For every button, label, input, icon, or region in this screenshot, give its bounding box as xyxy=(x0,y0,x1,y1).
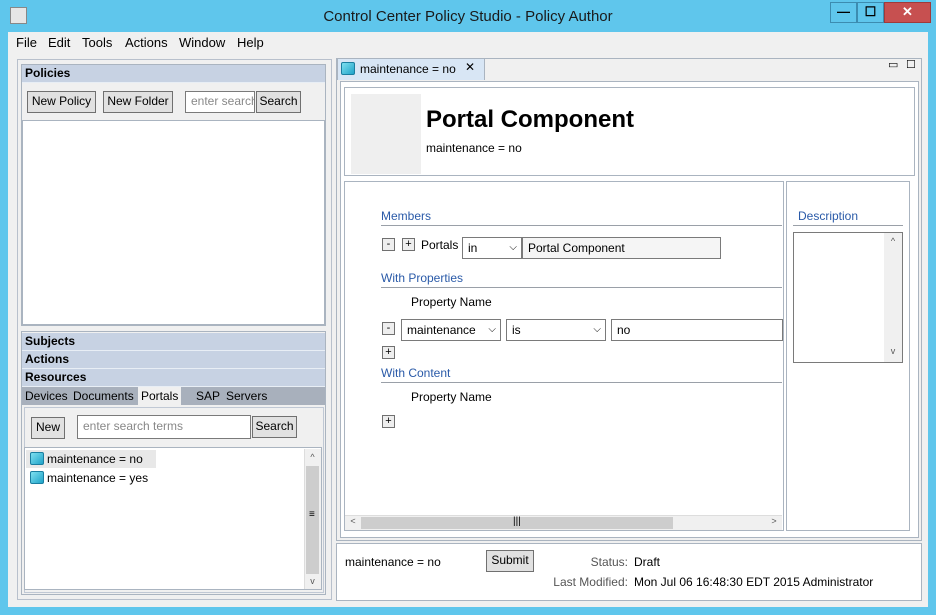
chevron-down-icon: ⌵ xyxy=(593,324,601,335)
list-scroll-thumb[interactable] xyxy=(306,466,319,574)
chevron-down-icon: ⌵ xyxy=(509,242,517,253)
member-value: Portal Component xyxy=(528,241,625,255)
component-title: Portal Component xyxy=(426,106,634,133)
tab-documents[interactable]: Documents xyxy=(70,387,137,405)
policies-header: Policies xyxy=(22,65,325,83)
grip-icon: ||| xyxy=(513,516,521,527)
scroll-left-icon[interactable]: < xyxy=(347,516,359,526)
remove-member-button[interactable]: - xyxy=(382,238,395,251)
with-properties-label: With Properties xyxy=(381,271,464,285)
subjects-header[interactable]: Subjects xyxy=(22,333,325,351)
property-name-value: maintenance xyxy=(407,323,476,337)
maximize-button[interactable]: ☐ xyxy=(857,2,884,23)
minimize-view-icon[interactable]: ▭ xyxy=(888,58,898,71)
tab-devices[interactable]: Devices xyxy=(22,387,71,405)
description-divider xyxy=(793,225,903,226)
property-value-field[interactable]: no xyxy=(611,319,783,341)
scroll-down-icon[interactable]: v xyxy=(885,346,901,356)
member-value-field[interactable]: Portal Component xyxy=(522,237,721,259)
membership-operator-select[interactable]: in ⌵ xyxy=(462,237,522,259)
close-button[interactable]: ✕ xyxy=(884,2,931,23)
members-divider xyxy=(381,225,782,226)
component-image xyxy=(351,94,421,174)
resources-header[interactable]: Resources xyxy=(22,369,325,387)
property-operator-value: is xyxy=(512,323,521,337)
description-scrollbar[interactable] xyxy=(884,233,902,362)
portal-component-icon xyxy=(341,62,355,75)
property-name-select[interactable]: maintenance ⌵ xyxy=(401,319,501,341)
members-label: Members xyxy=(381,209,432,223)
add-content-button[interactable]: + xyxy=(382,415,395,428)
maximize-view-icon[interactable]: ☐ xyxy=(906,58,916,71)
menu-actions[interactable]: Actions xyxy=(125,35,168,50)
components-search-input[interactable]: enter search terms xyxy=(77,415,251,439)
add-member-button[interactable]: + xyxy=(402,238,415,251)
tab-servers[interactable]: Servers xyxy=(223,387,270,405)
scroll-right-icon[interactable]: > xyxy=(768,516,780,526)
submit-button[interactable]: Submit xyxy=(486,550,534,572)
policies-search-button[interactable]: Search xyxy=(256,91,301,113)
tab-portals[interactable]: Portals xyxy=(138,387,182,405)
menu-file[interactable]: File xyxy=(16,35,37,50)
add-property-button[interactable]: + xyxy=(382,346,395,359)
minimize-button[interactable]: — xyxy=(830,2,857,23)
menu-window[interactable]: Window xyxy=(179,35,225,50)
new-policy-button[interactable]: New Policy xyxy=(27,91,96,113)
definition-area xyxy=(344,181,784,531)
menu-help[interactable]: Help xyxy=(237,35,264,50)
description-label: Description xyxy=(798,209,859,223)
portals-label: Portals xyxy=(421,238,459,252)
tab-sap[interactable]: SAP xyxy=(193,387,223,405)
grip-icon: ≡ xyxy=(309,509,315,520)
footer-bar xyxy=(336,543,922,601)
editor-tab-label[interactable]: maintenance = no xyxy=(360,62,456,76)
membership-operator-value: in xyxy=(468,241,478,255)
scroll-up-icon[interactable]: ^ xyxy=(885,236,901,246)
chevron-down-icon: ⌵ xyxy=(488,324,496,335)
property-operator-select[interactable]: is ⌵ xyxy=(506,319,606,341)
property-name-header: Property Name xyxy=(411,295,492,309)
status-value: Draft xyxy=(634,555,661,569)
components-search-button[interactable]: Search xyxy=(252,416,297,438)
menu-tools[interactable]: Tools xyxy=(82,35,112,50)
remove-property-button[interactable]: - xyxy=(382,322,395,335)
property-value: no xyxy=(617,323,631,337)
list-item[interactable]: maintenance = yes xyxy=(47,471,148,485)
menu-edit[interactable]: Edit xyxy=(48,35,70,50)
properties-divider xyxy=(381,287,782,288)
last-modified-label: Last Modified: xyxy=(553,575,628,589)
new-folder-button[interactable]: New Folder xyxy=(103,91,173,113)
portal-component-icon xyxy=(30,452,44,465)
last-modified-value: Mon Jul 06 16:48:30 EDT 2015 Administrat… xyxy=(634,575,874,589)
actions-header[interactable]: Actions xyxy=(22,351,325,369)
scroll-up-icon[interactable]: ^ xyxy=(305,452,320,462)
list-item[interactable]: maintenance = no xyxy=(47,452,143,466)
scroll-down-icon[interactable]: v xyxy=(305,576,320,586)
window-title: Control Center Policy Studio - Policy Au… xyxy=(323,8,613,25)
footer-component-name: maintenance = no xyxy=(345,555,441,569)
new-component-button[interactable]: New xyxy=(31,417,65,439)
close-tab-icon[interactable]: ✕ xyxy=(465,60,475,74)
policies-search-input[interactable]: enter search xyxy=(185,91,255,113)
content-property-name-header: Property Name xyxy=(411,390,492,404)
content-divider xyxy=(381,382,782,383)
status-label: Status: xyxy=(590,555,628,569)
policies-tree[interactable] xyxy=(22,120,325,325)
component-subtitle: maintenance = no xyxy=(426,141,522,155)
portal-component-icon xyxy=(30,471,44,484)
with-content-label: With Content xyxy=(381,366,451,380)
component-list[interactable] xyxy=(24,447,322,590)
